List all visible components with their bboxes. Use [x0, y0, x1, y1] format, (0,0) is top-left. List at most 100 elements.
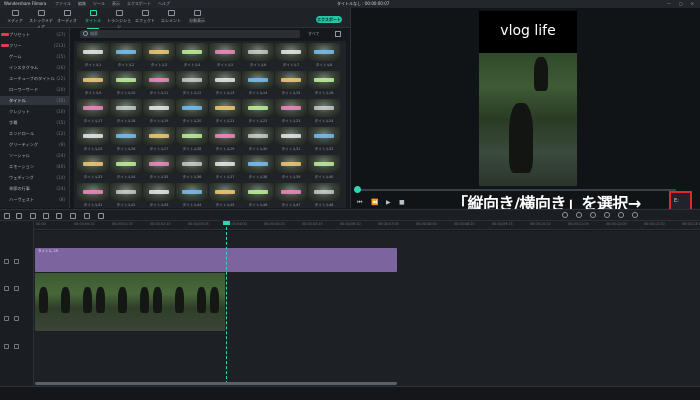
undo-icon[interactable]: [4, 213, 10, 219]
title-thumbnail[interactable]: タイトル24: [308, 99, 340, 127]
zoom-in-icon[interactable]: [632, 212, 638, 218]
category-item[interactable]: インスタグラム (16): [0, 63, 69, 72]
filter-dropdown[interactable]: すべて: [308, 30, 320, 38]
title-thumbnail[interactable]: タイトル43: [143, 183, 175, 208]
category-item[interactable]: ウェディング (14): [0, 173, 69, 182]
title-thumbnail[interactable]: タイトル47: [275, 183, 307, 208]
title-thumbnail[interactable]: タイトル1: [77, 43, 109, 71]
speed-icon[interactable]: [70, 213, 76, 219]
title-thumbnail[interactable]: タイトル41: [77, 183, 109, 208]
category-item[interactable]: フリー (213): [0, 41, 69, 50]
audio-mixer-icon[interactable]: [98, 213, 104, 219]
category-item[interactable]: グリーティング (9): [0, 140, 69, 149]
menu-help[interactable]: ヘルプ: [158, 0, 170, 8]
title-thumbnail[interactable]: タイトル28: [176, 127, 208, 155]
title-thumbnail[interactable]: タイトル5: [209, 43, 241, 71]
track-lock-icon[interactable]: [4, 344, 9, 349]
category-item[interactable]: ユーチューブのタイトル (22): [0, 74, 69, 83]
track-visibility-icon[interactable]: [14, 286, 19, 291]
stop-button[interactable]: ■: [399, 199, 405, 206]
export-button[interactable]: エクスポート: [316, 16, 342, 23]
snapshot-icon[interactable]: [604, 212, 610, 218]
track-lock-icon[interactable]: [4, 286, 9, 291]
maximize-button[interactable]: ▢: [679, 0, 683, 8]
tab-effects[interactable]: エフェクト: [132, 10, 158, 27]
title-thumbnail[interactable]: タイトル9: [77, 71, 109, 99]
title-thumbnail[interactable]: タイトル48: [308, 183, 340, 208]
title-thumbnail[interactable]: タイトル46: [242, 183, 274, 208]
menu-edit[interactable]: 編集: [78, 0, 86, 8]
menu-view[interactable]: 表示: [112, 0, 120, 8]
play-button[interactable]: ▶: [386, 199, 391, 206]
title-thumbnail[interactable]: タイトル12: [176, 71, 208, 99]
category-item[interactable]: 季節の行事 (24): [0, 184, 69, 193]
title-thumbnail[interactable]: タイトル44: [176, 183, 208, 208]
title-thumbnail[interactable]: タイトル16: [308, 71, 340, 99]
render-icon[interactable]: [562, 212, 568, 218]
category-item[interactable]: ソーシャル (24): [0, 151, 69, 160]
track-visibility-icon[interactable]: [14, 259, 19, 264]
redo-icon[interactable]: [16, 213, 22, 219]
title-thumbnail[interactable]: タイトル30: [242, 127, 274, 155]
title-thumbnail[interactable]: タイトル33: [77, 155, 109, 183]
timeline-playhead[interactable]: [226, 222, 227, 384]
menu-file[interactable]: ファイル: [55, 0, 71, 8]
track-visibility-icon[interactable]: [14, 316, 19, 321]
category-item[interactable]: ゲーム (15): [0, 52, 69, 61]
track-lock-icon[interactable]: [4, 259, 9, 264]
minimize-button[interactable]: —: [667, 0, 671, 8]
title-thumbnail[interactable]: タイトル38: [242, 155, 274, 183]
title-thumbnail[interactable]: タイトル8: [308, 43, 340, 71]
title-thumbnail[interactable]: タイトル3: [143, 43, 175, 71]
tab-split-screen[interactable]: 分割表示: [184, 10, 210, 27]
menu-export[interactable]: エクスポート: [127, 0, 151, 8]
menu-tools[interactable]: ツール: [93, 0, 105, 8]
title-thumbnail[interactable]: タイトル27: [143, 127, 175, 155]
skip-back-button[interactable]: ⏮: [357, 199, 362, 207]
category-item[interactable]: エモーション (40): [0, 162, 69, 171]
title-thumbnail[interactable]: タイトル13: [209, 71, 241, 99]
search-input[interactable]: [80, 30, 300, 38]
title-thumbnail[interactable]: タイトル32: [308, 127, 340, 155]
title-thumbnail[interactable]: タイトル39: [275, 155, 307, 183]
tab-stock-media[interactable]: ストックメディア: [28, 10, 54, 29]
tab-elements[interactable]: エレメント: [158, 10, 184, 27]
playhead-handle[interactable]: [223, 221, 230, 225]
rewind-button[interactable]: ⏪: [371, 199, 378, 206]
title-thumbnail[interactable]: タイトル26: [110, 127, 142, 155]
category-item[interactable]: 字幕 (15): [0, 118, 69, 127]
title-thumbnail[interactable]: タイトル22: [242, 99, 274, 127]
title-thumbnail[interactable]: タイトル4: [176, 43, 208, 71]
category-item[interactable]: タイトル (35): [0, 96, 69, 105]
title-thumbnail[interactable]: タイトル31: [275, 127, 307, 155]
title-thumbnail[interactable]: タイトル37: [209, 155, 241, 183]
tab-titles[interactable]: タイトル: [80, 10, 106, 29]
title-thumbnail[interactable]: タイトル7: [275, 43, 307, 71]
marker-icon[interactable]: [576, 212, 582, 218]
delete-icon[interactable]: [30, 213, 36, 219]
voiceover-icon[interactable]: [590, 212, 596, 218]
title-thumbnail[interactable]: タイトル2: [110, 43, 142, 71]
title-thumbnail[interactable]: タイトル10: [110, 71, 142, 99]
title-thumbnail[interactable]: タイトル17: [77, 99, 109, 127]
color-icon[interactable]: [84, 213, 90, 219]
timeline-ruler[interactable]: 00:00 00:00:00:20 00:00:01:15 00:00:02:10 00…: [34, 221, 700, 230]
category-item[interactable]: プリセット (27): [0, 30, 69, 39]
title-thumbnail[interactable]: タイトル18: [110, 99, 142, 127]
track-mute-icon[interactable]: [14, 344, 19, 349]
category-item[interactable]: エンドロール (12): [0, 129, 69, 138]
category-item[interactable]: ローワーサード (20): [0, 85, 69, 94]
title-thumbnail[interactable]: タイトル29: [209, 127, 241, 155]
title-thumbnail[interactable]: タイトル40: [308, 155, 340, 183]
track-lock-icon[interactable]: [4, 316, 9, 321]
video-clip[interactable]: [35, 273, 226, 331]
cut-icon[interactable]: [43, 213, 49, 219]
tab-media[interactable]: メディア: [2, 10, 28, 27]
close-button[interactable]: ✕: [691, 0, 694, 8]
title-thumbnail[interactable]: タイトル15: [275, 71, 307, 99]
title-thumbnail[interactable]: タイトル19: [143, 99, 175, 127]
title-thumbnail[interactable]: タイトル11: [143, 71, 175, 99]
category-item[interactable]: ハーヴェスト (8): [0, 195, 69, 204]
zoom-out-icon[interactable]: [618, 212, 624, 218]
tab-transitions[interactable]: トランジション: [106, 10, 132, 29]
